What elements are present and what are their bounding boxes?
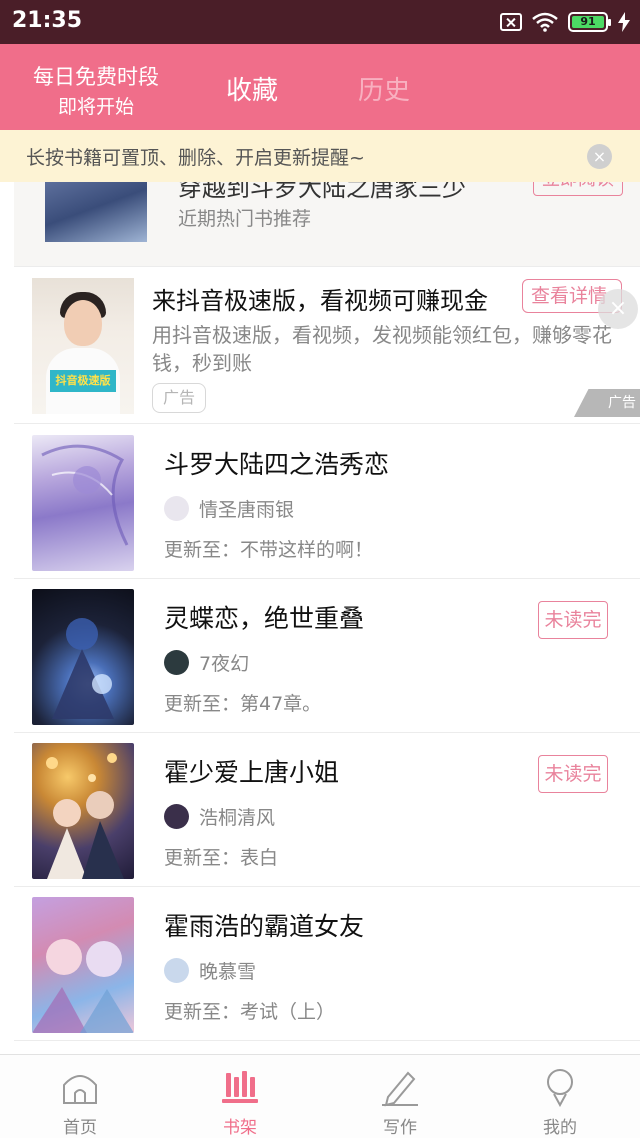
cover-art [32,939,134,1033]
book-title: 霍雨浩的霸道女友 [164,912,365,941]
recommendation-title: 穿越到斗罗大陆之唐家三少 [178,182,466,202]
book-title: 斗罗大陆四之浩秀恋 [164,450,390,479]
battery-icon: 91 [568,12,611,32]
close-icon[interactable]: × [587,144,612,169]
book-update: 更新至：不带这样的啊！ [164,539,374,561]
charging-icon [618,12,630,32]
free-period-title: 每日免费时段 [33,65,159,89]
recommendation-row[interactable]: 穿越到斗罗大陆之唐家三少 近期热门书推荐 立即阅读 [14,182,640,266]
home-icon [63,1075,97,1104]
nav-bookshelf[interactable]: 书架 [160,1055,320,1138]
nav-home[interactable]: 首页 [0,1055,160,1138]
bottom-nav: 首页 书架 写作 我的 [0,1054,640,1138]
nav-mine-label: 我的 [543,1118,577,1138]
free-period-banner[interactable]: 每日免费时段 即将开始 [20,62,172,122]
status-bar: 21:35 91 [0,0,640,44]
nav-write-label: 写作 [383,1118,417,1138]
bookshelf-icon [222,1071,258,1103]
user-icon [547,1069,573,1107]
book-cover [32,589,134,725]
tab-history[interactable]: 历史 [358,70,410,107]
unread-badge: 未读完 [538,755,608,793]
book-update: 更新至：考试（上） [164,1001,336,1023]
book-row[interactable]: 斗罗大陆四之浩秀恋 情圣唐雨银 更新至：不带这样的啊！ [14,425,640,579]
hint-text: 长按书籍可置顶、删除、开启更新提醒~ [26,147,365,169]
ad-close-icon[interactable]: × [598,289,638,329]
book-title: 霍少爱上唐小姐 [164,758,340,787]
book-author-wrap: 7夜幻 [164,649,249,676]
wifi-icon [532,12,558,32]
cover-art [52,618,114,719]
status-time: 21:35 [12,8,83,33]
book-author-wrap: 晚慕雪 [164,957,256,984]
ad-row[interactable]: 抖音极速版 来抖音极速版，看视频可赚现金 用抖音极速版，看视频，发视频能领红包，… [14,266,640,424]
book-cover [32,743,134,879]
sim-off-icon [500,13,522,31]
author-avatar [164,804,189,829]
book-update: 更新至：表白 [164,847,279,869]
book-row[interactable]: 霍少爱上唐小姐 浩桐清风 更新至：表白 未读完 [14,733,640,887]
recommendation-subtitle: 近期热门书推荐 [178,208,312,230]
book-author: 晚慕雪 [199,961,257,983]
nav-mine[interactable]: 我的 [480,1055,640,1138]
book-author: 浩桐清风 [199,807,276,829]
book-author: 7夜幻 [199,653,250,675]
cover-art [46,753,124,879]
cover-art [41,444,129,546]
ad-image: 抖音极速版 [32,278,134,414]
header: 每日免费时段 即将开始 收藏 历史 [0,44,640,130]
ad-title: 来抖音极速版，看视频可赚现金 [152,287,488,315]
book-row[interactable]: 霍雨浩的霸道女友 晚慕雪 更新至：考试（上） [14,887,640,1041]
author-avatar [164,958,189,983]
recommendation-cover [45,182,147,242]
book-author-wrap: 浩桐清风 [164,803,275,830]
book-cover [32,435,134,571]
author-avatar [164,650,189,675]
nav-write[interactable]: 写作 [320,1055,480,1138]
ad-image-banner: 抖音极速版 [50,370,116,392]
book-cover [32,897,134,1033]
author-avatar [164,496,189,521]
book-title: 灵蝶恋，绝世重叠 [164,604,365,633]
book-row[interactable]: 灵蝶恋，绝世重叠 7夜幻 更新至：第47章。 未读完 [14,579,640,733]
battery-level: 91 [572,16,604,28]
hint-bar: 长按书籍可置顶、删除、开启更新提醒~ × [0,130,640,182]
unread-badge: 未读完 [538,601,608,639]
nav-home-label: 首页 [63,1118,97,1138]
read-now-button[interactable]: 立即阅读 [533,182,623,196]
book-author-wrap: 情圣唐雨银 [164,495,294,522]
book-update: 更新至：第47章。 [164,693,322,715]
ad-tag: 广告 [152,383,206,413]
free-period-status: 即将开始 [57,96,134,118]
ad-image-face [64,300,102,346]
status-icons: 91 [500,10,630,34]
pencil-icon [382,1071,418,1107]
nav-bookshelf-label: 书架 [223,1118,257,1138]
ad-description: 用抖音极速版，看视频，发视频能领红包，赚够零花钱，秒到账 [152,323,612,375]
book-author: 情圣唐雨银 [199,499,295,521]
ad-corner-label: 广告 [574,389,640,417]
tab-favorites[interactable]: 收藏 [226,70,278,107]
